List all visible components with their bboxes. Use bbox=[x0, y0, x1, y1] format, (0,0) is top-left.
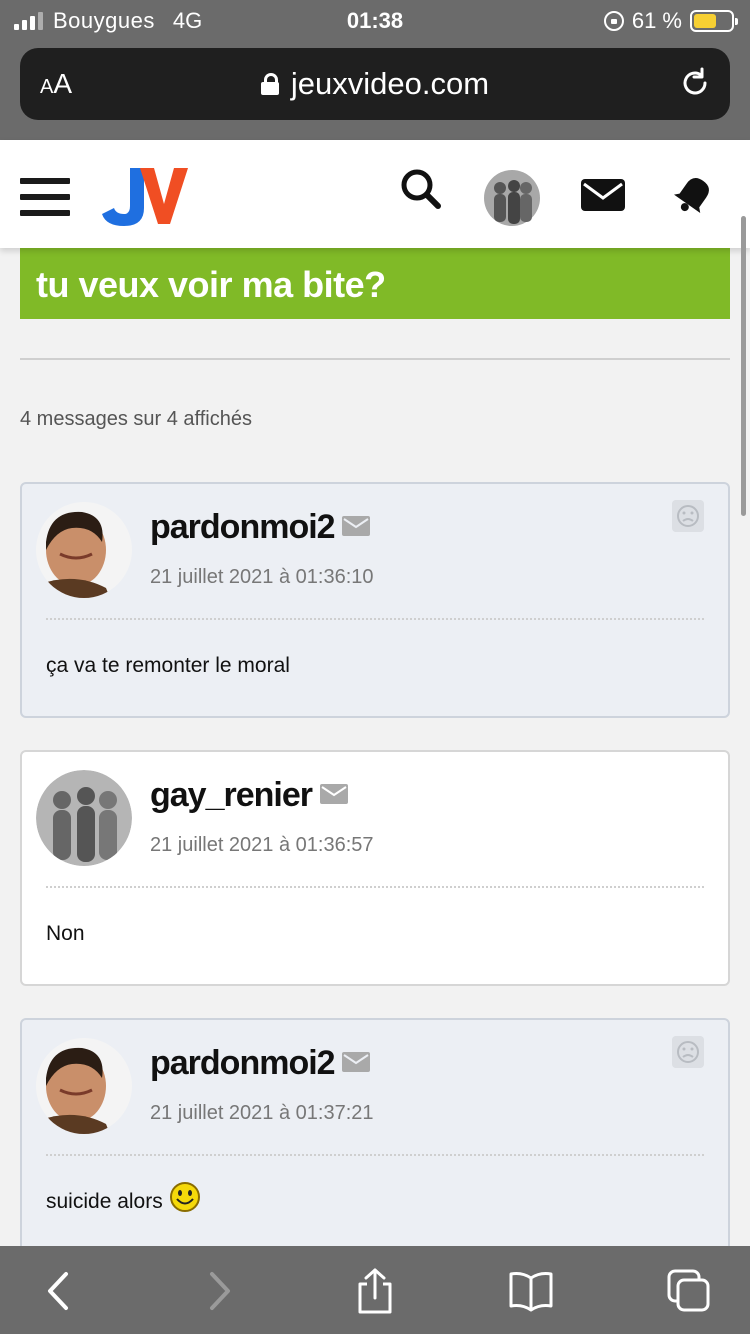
post-username[interactable]: pardonmoi2 bbox=[150, 1044, 336, 1083]
post-username[interactable]: gay_renier bbox=[150, 776, 313, 815]
report-icon[interactable] bbox=[672, 1036, 704, 1068]
avatar-icon[interactable] bbox=[484, 170, 540, 226]
reload-icon[interactable] bbox=[678, 66, 712, 100]
forward-icon[interactable] bbox=[196, 1268, 242, 1314]
user-avatar[interactable] bbox=[36, 502, 132, 598]
post-body: ça va te remonter le moral bbox=[46, 654, 290, 677]
page-scrollbar[interactable] bbox=[741, 216, 746, 516]
browser-toolbar bbox=[0, 1246, 750, 1334]
smiley-icon bbox=[169, 1182, 200, 1212]
post-separator bbox=[46, 618, 704, 620]
user-avatar[interactable] bbox=[36, 770, 132, 866]
message-user-icon[interactable] bbox=[342, 516, 370, 536]
url-text: jeuxvideo.com bbox=[290, 66, 490, 101]
report-icon[interactable] bbox=[672, 500, 704, 532]
padlock-icon bbox=[260, 73, 279, 95]
mail-icon[interactable] bbox=[580, 178, 626, 212]
forum-post: gay_renier 21 juillet 2021 à 01:36:57 No… bbox=[20, 750, 730, 986]
post-date: 21 juillet 2021 à 01:37:21 bbox=[150, 1102, 374, 1124]
message-user-icon[interactable] bbox=[342, 1052, 370, 1072]
tabs-icon[interactable] bbox=[666, 1268, 712, 1314]
user-avatar[interactable] bbox=[36, 1038, 132, 1134]
topic-content: tu veux voir ma bite? 4 messages sur 4 a… bbox=[0, 248, 750, 1246]
site-header bbox=[0, 140, 750, 248]
browser-chrome: AA jeuxvideo.com bbox=[0, 42, 750, 140]
battery-icon bbox=[690, 10, 738, 32]
message-user-icon[interactable] bbox=[320, 784, 348, 804]
status-bar: Bouygues 4G 01:38 61 % bbox=[0, 0, 750, 42]
bookmarks-icon[interactable] bbox=[508, 1268, 554, 1314]
status-right: 61 % bbox=[603, 8, 738, 34]
post-username[interactable]: pardonmoi2 bbox=[150, 508, 336, 547]
post-date: 21 juillet 2021 à 01:36:57 bbox=[150, 834, 374, 856]
topic-title: tu veux voir ma bite? bbox=[20, 248, 730, 319]
battery-percent: 61 % bbox=[631, 8, 682, 33]
post-separator bbox=[46, 886, 704, 888]
forum-post: pardonmoi2 21 juillet 2021 à 01:37:21 su… bbox=[20, 1018, 730, 1246]
rotation-lock-icon bbox=[603, 11, 624, 31]
message-count: 4 messages sur 4 affichés bbox=[20, 408, 252, 430]
bell-icon[interactable] bbox=[674, 174, 714, 216]
post-date: 21 juillet 2021 à 01:36:10 bbox=[150, 566, 374, 588]
share-icon[interactable] bbox=[352, 1268, 398, 1314]
back-icon[interactable] bbox=[36, 1268, 82, 1314]
divider bbox=[20, 358, 730, 360]
forum-post: pardonmoi2 21 juillet 2021 à 01:36:10 ça… bbox=[20, 482, 730, 718]
menu-icon[interactable] bbox=[20, 178, 70, 218]
post-body: suicide alors bbox=[46, 1182, 201, 1214]
jv-logo[interactable] bbox=[100, 162, 190, 230]
search-icon[interactable] bbox=[400, 168, 442, 212]
post-body: Non bbox=[46, 922, 85, 945]
address-bar[interactable]: AA jeuxvideo.com bbox=[20, 48, 730, 120]
post-separator bbox=[46, 1154, 704, 1156]
